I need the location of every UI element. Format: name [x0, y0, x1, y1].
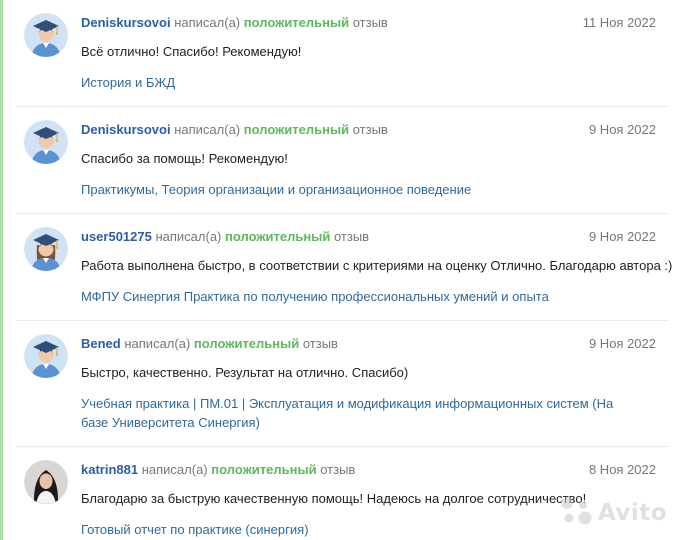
rating-positive: положительный [243, 122, 350, 137]
review-text: Работа выполнена быстро, в соответствии … [81, 258, 673, 273]
review-noun: отзыв [352, 15, 388, 30]
rating-positive: положительный [211, 462, 317, 477]
review-verb: написал(а) [141, 462, 208, 477]
review-noun: отзыв [352, 122, 388, 137]
review-item: Deniskursovoi написал(а) положительный о… [0, 0, 677, 107]
review-header: Deniskursovoi написал(а) положительный о… [81, 122, 388, 138]
review-text: Благодарю за быструю качественную помощь… [81, 491, 587, 506]
review-text: Спасибо за помощь! Рекомендую! [81, 151, 288, 166]
author-link[interactable]: Deniskursovoi [81, 15, 171, 30]
graduate-boy-icon[interactable] [24, 334, 68, 378]
subject-link[interactable]: Готовый отчет по практике (синергия) [81, 520, 641, 539]
review-verb: написал(а) [124, 336, 191, 351]
review-noun: отзыв [320, 462, 356, 477]
review-header: user501275 написал(а) положительный отзы… [81, 229, 369, 245]
author-link[interactable]: Bened [81, 336, 121, 351]
review-text: Быстро, качественно. Результат на отличн… [81, 365, 409, 380]
review-noun: отзыв [333, 229, 370, 244]
review-header: Deniskursovoi написал(а) положительный о… [81, 15, 388, 31]
watermark-text: Avito [597, 499, 667, 526]
review-item: Deniskursovoi написал(а) положительный о… [0, 107, 677, 214]
review-verb: написал(а) [174, 122, 241, 137]
review-header: Bened написал(а) положительный отзыв [81, 336, 338, 352]
graduate-girl-icon[interactable] [24, 227, 68, 271]
graduate-boy-icon[interactable] [24, 120, 68, 164]
subject-link[interactable]: Учебная практика | ПМ.01 | Эксплуатация … [81, 394, 641, 432]
avito-logo-icon [559, 495, 593, 530]
rating-positive: положительный [225, 229, 331, 244]
review-date: 9 Ноя 2022 [588, 229, 656, 244]
review-header: katrin881 написал(а) положительный отзыв [81, 462, 355, 478]
review-noun: отзыв [302, 336, 338, 351]
review-text: Всё отлично! Спасибо! Рекомендую! [81, 44, 302, 59]
review-item: Bened написал(а) положительный отзыв 9 Н… [0, 321, 677, 447]
subject-link[interactable]: История и БЖД [81, 73, 641, 92]
review-date: 9 Ноя 2022 [588, 336, 656, 351]
author-link[interactable]: katrin881 [81, 462, 138, 477]
review-date: 8 Ноя 2022 [588, 462, 656, 477]
author-link[interactable]: Deniskursovoi [81, 122, 171, 137]
user-photo[interactable] [24, 460, 68, 504]
rating-positive: положительный [243, 15, 350, 30]
review-item: user501275 написал(а) положительный отзы… [0, 214, 677, 321]
review-date: 11 Ноя 2022 [582, 15, 656, 30]
avito-watermark: Avito [559, 495, 667, 530]
author-link[interactable]: user501275 [81, 229, 152, 244]
review-verb: написал(а) [174, 15, 241, 30]
subject-link[interactable]: МФПУ Синергия Практика по получению проф… [81, 287, 641, 306]
review-verb: написал(а) [155, 229, 222, 244]
rating-positive: положительный [193, 336, 300, 351]
subject-link[interactable]: Практикумы, Теория организации и организ… [81, 180, 641, 199]
review-date: 9 Ноя 2022 [588, 122, 656, 137]
graduate-boy-icon[interactable] [24, 13, 68, 57]
